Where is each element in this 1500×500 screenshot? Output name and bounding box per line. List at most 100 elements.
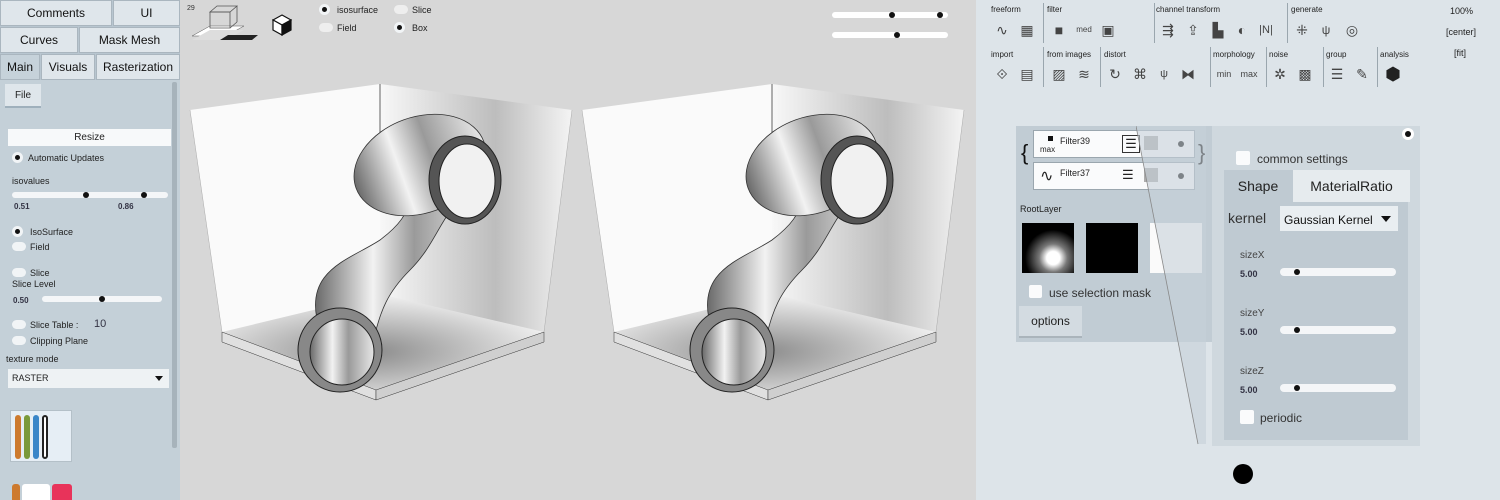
box-view-radio[interactable] — [394, 22, 405, 33]
viewport-slider-b[interactable] — [832, 32, 948, 38]
size-z-handle[interactable] — [1294, 385, 1300, 391]
mirror-icon[interactable]: ⧓ — [1178, 64, 1198, 84]
tab-visuals[interactable]: Visuals — [41, 54, 95, 80]
render-viewport[interactable]: 29 isosurface Slice Field Box — [180, 0, 976, 500]
isovalue-low-handle[interactable] — [83, 192, 89, 198]
slice-level-value: 0.50 — [13, 296, 29, 305]
left-scrollbar[interactable] — [172, 82, 177, 448]
zoom-level[interactable]: 100% — [1450, 6, 1473, 16]
filter-median-icon[interactable]: med — [1074, 20, 1094, 40]
size-z-slider[interactable] — [1280, 384, 1396, 392]
size-y-slider[interactable] — [1280, 326, 1396, 334]
cube-icon[interactable] — [272, 14, 292, 36]
tab-rasterization[interactable]: Rasterization — [96, 54, 180, 80]
category-morphology: morphology — [1213, 50, 1255, 59]
field-toggle[interactable] — [12, 242, 26, 251]
slider-a-handle-2[interactable] — [937, 12, 943, 18]
slice-table-value[interactable]: 10 — [94, 318, 106, 330]
freeform-grid-icon[interactable]: ▦ — [1017, 20, 1037, 40]
tab-ui[interactable]: UI — [113, 0, 180, 26]
slice-toggle[interactable] — [12, 268, 26, 277]
noise-scatter-icon[interactable]: ✲ — [1270, 64, 1290, 84]
size-y-handle[interactable] — [1294, 327, 1300, 333]
close-dot-icon[interactable] — [1402, 128, 1414, 140]
isosurface-view-radio[interactable] — [319, 4, 330, 15]
generate-noise-icon[interactable]: ◎ — [1342, 20, 1362, 40]
channel-split-icon[interactable]: ⇶ — [1158, 20, 1178, 40]
resize-button[interactable]: Resize — [8, 129, 171, 146]
common-settings-checkbox[interactable] — [1236, 151, 1250, 165]
texture-mode-select[interactable]: RASTER — [8, 369, 169, 388]
category-distort: distort — [1104, 50, 1126, 59]
use-selection-mask-checkbox[interactable] — [1029, 285, 1042, 298]
category-group: group — [1326, 50, 1347, 59]
image-layers-icon[interactable]: ≋ — [1074, 64, 1094, 84]
tab-mask-mesh[interactable]: Mask Mesh — [79, 27, 180, 53]
distort-warp-icon[interactable]: ⌘ — [1130, 64, 1150, 84]
isosurface-radio[interactable] — [12, 226, 23, 237]
filter-frame-icon[interactable]: ▣ — [1098, 20, 1118, 40]
palette-swatch-green — [24, 415, 30, 459]
tab-main[interactable]: Main — [0, 54, 40, 80]
tab-material-ratio[interactable]: MaterialRatio — [1293, 170, 1410, 202]
layer-thumbnail-black[interactable] — [1086, 223, 1138, 273]
invert-icon[interactable]: ◐ — [1232, 20, 1252, 40]
tab-shape[interactable]: Shape — [1224, 170, 1292, 202]
filter-settings-panel: common settings Shape MaterialRatio kern… — [1212, 126, 1420, 446]
center-view-link[interactable]: [center] — [1446, 27, 1476, 37]
slider-a-handle-1[interactable] — [889, 12, 895, 18]
field-view-toggle[interactable] — [319, 23, 333, 32]
category-channel-transform: channel transform — [1156, 5, 1221, 14]
group-edit-icon[interactable]: ✎ — [1352, 64, 1372, 84]
morphology-max-icon[interactable]: max — [1239, 64, 1259, 84]
kernel-select[interactable]: Gaussian Kernel — [1280, 206, 1398, 231]
analysis-hexagon-icon[interactable]: ⬢ — [1383, 64, 1403, 84]
normalize-icon[interactable]: |N| — [1256, 20, 1276, 40]
isovalues-slider[interactable] — [12, 192, 168, 198]
tab-comments[interactable]: Comments — [0, 0, 112, 26]
distort-function-icon[interactable]: ψ — [1154, 64, 1174, 84]
size-x-handle[interactable] — [1294, 269, 1300, 275]
isovalue-high-handle[interactable] — [141, 192, 147, 198]
brace-left-icon: { — [1021, 140, 1029, 165]
automatic-updates-toggle[interactable] — [12, 152, 23, 163]
slice-table-toggle[interactable] — [12, 320, 26, 329]
import-file-icon[interactable]: ▤ — [1017, 64, 1037, 84]
freeform-curve-icon[interactable]: ∿ — [992, 20, 1012, 40]
size-x-slider[interactable] — [1280, 268, 1396, 276]
import-mesh-icon[interactable]: ⟐ — [992, 64, 1012, 84]
tab-curves[interactable]: Curves — [0, 27, 78, 53]
filter-square-glyph — [1048, 136, 1053, 141]
distort-swirl-icon[interactable]: ↻ — [1105, 64, 1125, 84]
toolbar-separator — [1210, 47, 1211, 87]
slider-b-handle[interactable] — [894, 32, 900, 38]
texture-palette-preview[interactable] — [10, 410, 72, 462]
options-button[interactable]: options — [1019, 306, 1082, 338]
kernel-value: Gaussian Kernel — [1284, 213, 1373, 227]
noise-pattern-icon[interactable]: ▩ — [1295, 64, 1315, 84]
filter-square-icon[interactable]: ■ — [1049, 20, 1069, 40]
slice-table-label: Slice Table : — [30, 320, 79, 330]
field-view-label: Field — [337, 23, 357, 33]
layer-thumbnail-mask[interactable] — [1022, 223, 1074, 273]
clipping-plane-toggle[interactable] — [12, 336, 26, 345]
menu-icon[interactable]: ☰ — [1122, 167, 1134, 183]
isosurface-label: IsoSurface — [30, 227, 74, 237]
group-stack-icon[interactable]: ☰ — [1327, 64, 1347, 84]
slice-level-handle[interactable] — [99, 296, 105, 302]
toolbar-separator — [1100, 47, 1101, 87]
slice-level-slider[interactable] — [42, 296, 162, 302]
view-orientation-icon[interactable] — [192, 4, 262, 46]
viewport-slider-a[interactable] — [832, 12, 948, 18]
generate-scatter-icon[interactable]: ⁜ — [1292, 20, 1312, 40]
slice-view-toggle[interactable] — [394, 5, 408, 14]
histogram-icon[interactable]: ▙ — [1208, 20, 1228, 40]
morphology-min-icon[interactable]: min — [1214, 64, 1234, 84]
cursor-dot-icon — [1233, 464, 1253, 484]
file-tab[interactable]: File — [5, 84, 41, 108]
periodic-checkbox[interactable] — [1240, 410, 1254, 424]
image-stack-icon[interactable]: ▨ — [1049, 64, 1069, 84]
channel-upload-icon[interactable]: ⇪ — [1183, 20, 1203, 40]
generate-function-icon[interactable]: ψ — [1316, 20, 1336, 40]
fit-view-link[interactable]: [fit] — [1454, 48, 1466, 58]
